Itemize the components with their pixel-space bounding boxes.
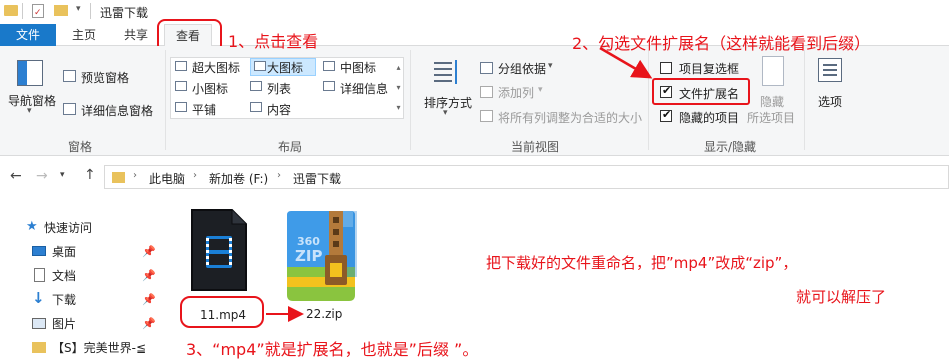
large-icons-icon <box>254 61 266 71</box>
preview-pane-icon <box>63 70 76 82</box>
details-pane-button[interactable]: 详细信息窗格 <box>81 102 153 119</box>
new-folder-icon[interactable] <box>54 5 68 16</box>
layout-small[interactable]: 小图标 <box>192 80 228 97</box>
breadcrumb: › 此电脑 › 新加卷 (F:) › 迅雷下载 <box>104 165 949 189</box>
folder-icon <box>112 172 125 183</box>
folder-icon <box>4 5 18 16</box>
extra-large-icons-icon <box>175 61 187 71</box>
nav-item-folder[interactable]: 【S】完美世界-≦ <box>52 338 146 358</box>
group-label-layout: 布局 <box>277 140 302 154</box>
tab-share[interactable]: 共享 <box>118 24 154 46</box>
nav-pane-button[interactable]: 导航窗格 ▾ <box>6 50 56 120</box>
medium-icons-icon <box>323 61 335 71</box>
group-by-button[interactable]: 分组依据 <box>498 60 546 77</box>
nav-item-desktop[interactable]: 桌面 <box>52 242 76 262</box>
group-label-show-hide: 显示/隐藏 <box>703 140 757 154</box>
preview-pane-button[interactable]: 预览窗格 <box>81 69 129 86</box>
nav-item-downloads[interactable]: 下载 <box>52 290 76 310</box>
list-icon <box>250 81 262 91</box>
video-file-icon <box>191 209 247 291</box>
annotation-step3: 3、“mp4”就是扩展名，也就是”后缀 ”。 <box>186 340 479 359</box>
add-columns-button[interactable]: 添加列 <box>498 84 534 101</box>
add-columns-icon <box>480 86 493 98</box>
back-arrow-icon[interactable]: ← <box>10 168 22 184</box>
nav-pane-label: 导航窗格 <box>8 94 57 108</box>
layout-medium[interactable]: 中图标 <box>340 59 376 76</box>
hidden-items-checkbox[interactable]: ✔ <box>660 108 672 122</box>
forward-arrow-icon[interactable]: → <box>36 168 48 184</box>
pin-icon[interactable]: 📌 <box>142 317 156 330</box>
tab-file[interactable]: 文件 <box>0 24 56 46</box>
pictures-icon <box>32 318 46 329</box>
file-name-zip[interactable]: 22.zip <box>306 307 342 321</box>
pin-icon[interactable]: 📌 <box>142 293 156 306</box>
content-icon <box>250 102 262 112</box>
item-checkboxes-label: 项目复选框 <box>679 62 740 76</box>
nav-item-quick-access[interactable]: 快速访问 <box>44 218 92 238</box>
group-label-current-view: 当前视图 <box>510 140 559 154</box>
zip-badge-bottom: ZIP <box>295 247 323 265</box>
group-label-panes: 窗格 <box>67 140 92 154</box>
annotation-step1: 1、点击查看 <box>228 32 319 51</box>
nav-pane-icon <box>17 60 43 86</box>
documents-icon <box>34 268 45 282</box>
pin-icon[interactable]: 📌 <box>142 269 156 282</box>
file-zip[interactable]: 360 ZIP <box>285 207 357 303</box>
sort-by-icon <box>432 58 460 88</box>
address-bar: ← → ▾ ↑ › 此电脑 › 新加卷 (F:) › 迅雷下载 <box>0 162 949 192</box>
layout-extra-large[interactable]: 超大图标 <box>192 59 240 76</box>
chevron-down-icon[interactable]: ▾ <box>76 4 81 14</box>
download-arrow-icon: ↓ <box>32 289 45 307</box>
layout-tiles[interactable]: 平铺 <box>192 101 216 118</box>
window-title: 迅雷下载 <box>100 6 149 20</box>
crumb-drive[interactable]: 新加卷 (F:) <box>209 170 268 187</box>
hidden-items-label: 隐藏的项目 <box>679 111 740 125</box>
size-all-columns-button[interactable]: 将所有列调整为合适的大小 <box>498 109 642 126</box>
navigation-pane: ★ 快速访问 桌面 📌 文档 📌 ↓ 下载 📌 图片 📌 【S】完美世界-≦ <box>0 210 160 364</box>
layout-details[interactable]: 详细信息 <box>340 80 388 97</box>
nav-item-pictures[interactable]: 图片 <box>52 314 76 334</box>
folder-icon <box>32 342 46 353</box>
nav-item-documents[interactable]: 文档 <box>52 266 76 286</box>
tab-home[interactable]: 主页 <box>66 24 102 46</box>
layout-content[interactable]: 内容 <box>267 101 291 118</box>
ribbon-view: 导航窗格 ▾ 预览窗格 详细信息窗格 窗格 超大图标 大图标 中图标 小图标 列… <box>0 46 949 156</box>
layout-scroll[interactable]: ▴ ▾ ▾ <box>394 58 403 118</box>
group-by-icon <box>480 62 493 74</box>
up-arrow-icon[interactable]: ↑ <box>84 167 96 183</box>
annotation-note2: 就可以解压了 <box>796 288 887 306</box>
layout-list[interactable]: 列表 <box>267 80 291 97</box>
layout-large: 大图标 <box>267 61 304 75</box>
hide-button[interactable]: 隐藏 <box>760 93 784 110</box>
details-icon <box>323 81 335 91</box>
crumb-folder[interactable]: 迅雷下载 <box>293 170 341 187</box>
annotation-note1: 把下载好的文件重命名，把”mp4”改成“zip”， <box>486 254 798 272</box>
options-icon <box>818 58 842 82</box>
desktop-icon <box>32 246 46 256</box>
highlight-mp4-name <box>180 296 264 328</box>
details-pane-icon <box>63 103 76 115</box>
star-icon: ★ <box>26 219 38 234</box>
highlight-file-extensions <box>652 78 750 105</box>
file-mp4[interactable] <box>188 208 248 302</box>
annotation-step2: 2、勾选文件扩展名（这样就能看到后缀） <box>572 34 871 53</box>
crumb-this-pc[interactable]: 此电脑 <box>149 170 185 187</box>
tiles-icon <box>175 102 187 112</box>
selected-items-label: 所选项目 <box>747 111 796 125</box>
options-button[interactable]: 选项 <box>818 93 842 110</box>
pin-icon[interactable]: 📌 <box>142 245 156 258</box>
recent-chevron-icon[interactable]: ▾ <box>60 170 65 180</box>
size-columns-icon <box>480 110 493 122</box>
item-checkboxes-checkbox[interactable] <box>660 62 672 74</box>
sort-by-button[interactable]: 排序方式 <box>424 94 472 111</box>
small-icons-icon <box>175 81 187 91</box>
title-bar: ✓ ▾ 迅雷下载 <box>0 0 949 24</box>
hide-selected-icon <box>762 56 784 86</box>
